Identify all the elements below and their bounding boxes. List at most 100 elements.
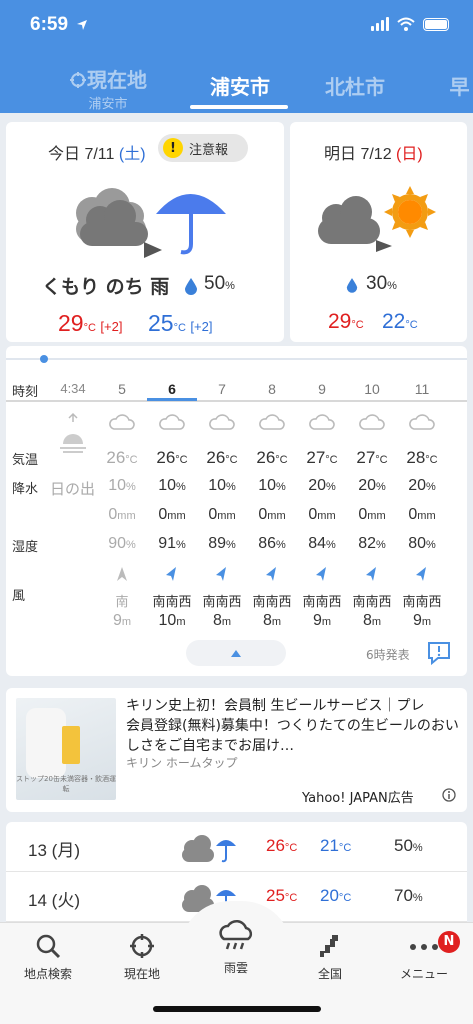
hour-rain-value: 0 [108, 506, 118, 523]
hour-pop: 10% [247, 477, 297, 495]
weekly-weekday: (月) [51, 841, 80, 860]
hour-temp-value: 26 [156, 448, 176, 467]
today-high: 29°C [+2] [58, 310, 122, 337]
wind-arrow-icon [297, 566, 347, 587]
tab-label: 浦安市 [210, 77, 270, 99]
nav-current-location[interactable]: 現在地 [102, 933, 182, 982]
today-high-unit: °C [83, 322, 96, 334]
nav-search[interactable]: 地点検索 [8, 933, 88, 982]
hour-temp: 27°C [297, 448, 347, 468]
raindrop-icon [346, 278, 358, 293]
hour-humidity-unit: % [326, 539, 336, 551]
hour-humidity-value: 82 [358, 535, 376, 552]
hourly-forecast[interactable]: 時刻 気温 降水 湿度 風 4:34 日の出 5 26°C 10% 0mm 90% 南 9m… [6, 346, 467, 676]
wind-arrow-icon [247, 566, 297, 587]
hour-humidity-value: 90 [108, 535, 126, 552]
crosshair-icon [70, 72, 86, 88]
hour-humidity-unit: % [276, 539, 286, 551]
hour-wind-speed-value: 9 [412, 612, 422, 629]
hour-rain-unit: mm [417, 510, 436, 522]
location-arrow-icon [77, 20, 87, 30]
hour-wind-speed-unit: m [321, 616, 332, 628]
nav-nationwide[interactable]: 全国 [290, 933, 370, 982]
weekly-day-number: 14 [28, 891, 47, 910]
today-precip-unit: % [225, 280, 235, 292]
hour-rain-unit: mm [317, 510, 336, 522]
hour-temp: 26°C [97, 448, 147, 468]
nav-label: 雨雲 [223, 961, 248, 975]
tab-urayasu[interactable]: 浦安市 [195, 71, 285, 100]
weekly-weekday: (火) [51, 891, 80, 910]
hour-temp: 28°C [397, 448, 447, 468]
hour-wind-speed-value: 8 [262, 612, 272, 629]
hour-humidity: 84% [297, 535, 347, 553]
hour-temp-unit: °C [125, 454, 138, 466]
hour-rain-unit: mm [367, 510, 386, 522]
wind-arrow-icon [97, 566, 147, 587]
hour-pop: 10% [147, 477, 197, 495]
nav-menu[interactable]: メニュー N [384, 931, 464, 982]
hour-temp: 26°C [197, 448, 247, 468]
today-low-unit: °C [173, 322, 186, 334]
weekly-day: 13 (月) [28, 836, 80, 861]
hour-label: 10 [364, 381, 380, 397]
timeline-marker [40, 355, 48, 363]
weekly-row[interactable]: 13 (月) 26°C 21°C 50% [6, 822, 467, 872]
collapse-button[interactable] [186, 640, 286, 666]
today-low: 25°C [+2] [148, 310, 212, 337]
signal-icon [371, 17, 389, 31]
tomorrow-precip: 30% [366, 273, 397, 295]
weekly-high: 26°C [266, 836, 297, 856]
tab-label: 早 [449, 77, 470, 99]
weekly-low: 20°C [320, 886, 351, 906]
hour-temp-value: 27 [306, 448, 326, 467]
today-date-label: 今日 7/11 [48, 146, 115, 163]
hour-humidity: 80% [397, 535, 447, 553]
tomorrow-card[interactable]: 明日 7/12 (日) 30% 29°C 22°C [290, 122, 467, 342]
hour-wind-speed: 8m [247, 612, 297, 630]
location-tabs: 現在地 浦安市 浦安市 北杜市 早 [0, 58, 473, 113]
hour-label: 6 [168, 381, 176, 397]
alert-badge[interactable]: ! 注意報 [158, 134, 248, 162]
hour-pop: 10% [197, 477, 247, 495]
map-icon [320, 935, 338, 957]
today-precip: 50% [204, 273, 235, 295]
tomorrow-low-value: 22 [382, 310, 406, 333]
home-indicator [153, 1006, 321, 1012]
hour-humidity: 82% [347, 535, 397, 553]
hour-temp: 26°C [147, 448, 197, 468]
tomorrow-high-value: 29 [328, 310, 352, 333]
hour-pop-value: 10 [108, 477, 126, 494]
hour-wind-speed-unit: m [371, 616, 382, 628]
hour-wind-speed-unit: m [221, 616, 232, 628]
today-card[interactable]: 今日 7/11 (土) ! 注意報 くもり のち 雨 50% 29°C [+2]… [6, 122, 284, 342]
hour-wind-speed-value: 9 [112, 612, 122, 629]
ad-headline: キリン史上初！会員制 生ビールサービス｜プレ [126, 698, 425, 714]
tab-next[interactable]: 早 [446, 71, 473, 100]
ad-card[interactable]: ストップ20缶未満容器・飲酒運転 キリン史上初！会員制 生ビールサービス｜プレ … [6, 688, 467, 812]
today-low-diff: [+2] [190, 319, 213, 334]
hour-rain-value: 0 [258, 506, 268, 523]
weekly-pop-value: 70 [394, 886, 413, 905]
hour-rain-value: 0 [408, 506, 418, 523]
nav-rain-radar[interactable]: 雨雲 [196, 919, 276, 976]
weather-cloud-icon [247, 412, 297, 437]
ad-image[interactable]: ストップ20缶未満容器・飲酒運転 [16, 698, 116, 800]
hour-pop-unit: % [326, 481, 336, 493]
hour-humidity-value: 89 [208, 535, 226, 552]
tab-hokuto[interactable]: 北杜市 [315, 71, 395, 100]
notification-badge: N [438, 931, 460, 953]
hour-rain-unit: mm [167, 510, 186, 522]
hour-pop-unit: % [176, 481, 186, 493]
weekly-pop-unit: % [412, 842, 423, 854]
nav-label: 全国 [317, 967, 342, 981]
today-low-value: 25 [148, 310, 174, 336]
feedback-icon[interactable] [426, 640, 452, 666]
hour-label: 8 [268, 381, 276, 397]
hour-pop-unit: % [376, 481, 386, 493]
tomorrow-low: 22°C [382, 310, 418, 334]
hour-temp-unit: °C [425, 454, 438, 466]
hour-label: 7 [218, 381, 226, 397]
tab-current-location[interactable]: 現在地 浦安市 [66, 64, 150, 112]
info-icon[interactable] [442, 788, 456, 802]
